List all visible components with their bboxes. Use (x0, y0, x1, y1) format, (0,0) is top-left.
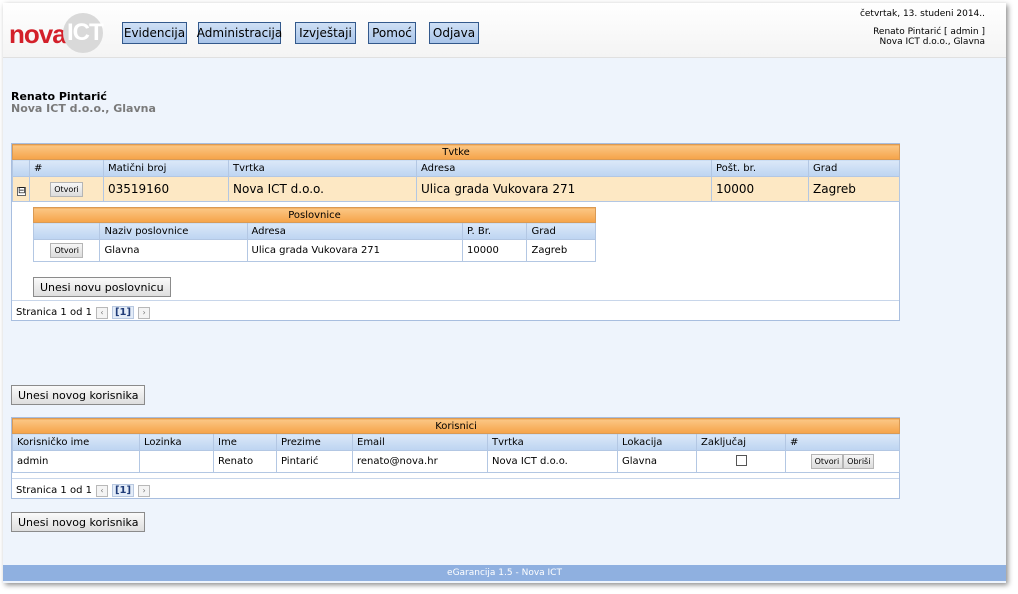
branch-col-post[interactable]: P. Br. (462, 222, 528, 240)
table-row[interactable]: admin Renato Pintarić renato@nova.hr Nov… (12, 450, 901, 473)
nav-administracija[interactable]: Administracija (197, 22, 282, 44)
table-row[interactable]: Otvori Glavna Ulica grada Vukovara 271 1… (32, 239, 596, 262)
logo-word: nova (9, 19, 67, 49)
users-panel: Korisnici Korisničko ime Lozinka Ime Pre… (11, 417, 901, 499)
user-password (139, 450, 214, 473)
branches-header-row: Naziv poslovnice Adresa P. Br. Grad (32, 222, 596, 240)
prev-page-icon[interactable]: ‹ (95, 306, 108, 319)
companies-panel: Tvtke # Matični broj Tvrtka Adresa Pošt.… (11, 143, 901, 321)
company-mb: 03519160 (103, 176, 229, 202)
user-email: renato@nova.hr (352, 450, 488, 473)
user-company: Nova ICT d.o.o., Glavna (879, 37, 986, 47)
branch-col-city[interactable]: Grad (526, 222, 596, 240)
delete-user-button[interactable]: Obriši (843, 454, 875, 469)
col-password[interactable]: Lozinka (139, 433, 214, 451)
companies-header-row: # Matični broj Tvrtka Adresa Pošt. br. G… (12, 159, 901, 177)
col-actions: # (784, 433, 901, 451)
open-company-button[interactable]: Otvori (50, 182, 83, 197)
company-city: Zagreb (807, 176, 901, 202)
next-page-icon[interactable]: › (138, 306, 151, 319)
add-branch-button[interactable]: Unesi novu poslovnicu (33, 277, 171, 297)
company-name: Nova ICT d.o.o. (228, 176, 417, 202)
page-title: Renato Pintarić Nova ICT d.o.o., Glavna (11, 91, 156, 115)
col-last-name[interactable]: Prezime (276, 433, 353, 451)
add-user-button-top[interactable]: Unesi novog korisnika (11, 385, 146, 405)
branch-address: Ulica grada Vukovara 271 (246, 239, 464, 262)
divider (12, 478, 899, 479)
branch-city: Zagreb (526, 239, 596, 262)
users-table: Korisnici Korisničko ime Lozinka Ime Pre… (11, 418, 901, 473)
branch-post: 10000 (462, 239, 528, 262)
user-last-name: Pintarić (276, 450, 353, 473)
companies-table: Tvtke # Matični broj Tvrtka Adresa Pošt.… (11, 144, 901, 202)
col-first-name[interactable]: Ime (213, 433, 277, 451)
user-company-cell: Nova ICT d.o.o. (487, 450, 618, 473)
col-username[interactable]: Korisničko ime (12, 433, 140, 451)
nav-pomoc[interactable]: Pomoć (368, 22, 416, 44)
branch-col-open (32, 222, 101, 240)
user-location: Glavna (617, 450, 697, 473)
col-company[interactable]: Tvrtka (228, 159, 417, 177)
companies-pager: Stranica 1 od 1 ‹ [1] › (16, 306, 151, 319)
branches-caption: Poslovnice (33, 207, 596, 223)
users-caption: Korisnici (11, 418, 901, 434)
user-username: admin (12, 450, 140, 473)
col-address[interactable]: Adresa (416, 159, 712, 177)
divider (12, 300, 899, 301)
app-window: nova ICT Evidencija Administracija Izvje… (3, 3, 1006, 583)
pager-label: Stranica 1 od 1 (16, 485, 92, 496)
company-post: 10000 (711, 176, 809, 202)
users-pager: Stranica 1 od 1 ‹ [1] › (16, 484, 151, 497)
col-expander (12, 159, 30, 177)
col-email[interactable]: Email (352, 433, 488, 451)
open-user-button[interactable]: Otvori (810, 454, 844, 469)
collapse-icon[interactable]: ⊟ (17, 187, 26, 196)
companies-caption: Tvtke (11, 144, 901, 160)
current-date: četvrtak, 13. studeni 2014.. (859, 9, 985, 19)
prev-page-icon[interactable]: ‹ (95, 484, 108, 497)
col-location[interactable]: Lokacija (617, 433, 697, 451)
page-number[interactable]: [1] (111, 484, 135, 497)
next-page-icon[interactable]: › (138, 484, 151, 497)
page-user-company: Nova ICT d.o.o., Glavna (11, 102, 156, 115)
header-bar: nova ICT Evidencija Administracija Izvje… (3, 3, 1006, 58)
col-user-company[interactable]: Tvrtka (487, 433, 618, 451)
branches-table: Poslovnice Naziv poslovnice Adresa P. Br… (32, 207, 596, 262)
table-row[interactable]: ⊟ Otvori 03519160 Nova ICT d.o.o. Ulica … (12, 176, 901, 202)
lock-checkbox[interactable] (735, 454, 747, 466)
users-header-row: Korisničko ime Lozinka Ime Prezime Email… (12, 433, 901, 451)
pager-label: Stranica 1 od 1 (16, 307, 92, 318)
open-branch-button[interactable]: Otvori (50, 243, 84, 258)
col-post[interactable]: Pošt. br. (711, 159, 809, 177)
branch-name: Glavna (99, 239, 248, 262)
nav-odjava[interactable]: Odjava (429, 22, 479, 44)
footer: eGarancija 1.5 - Nova ICT (3, 565, 1006, 581)
user-name: Renato Pintarić [ admin ] (873, 27, 985, 37)
page-number[interactable]: [1] (111, 306, 135, 319)
col-locked[interactable]: Zaključaj (696, 433, 786, 451)
nav-evidencija[interactable]: Evidencija (122, 22, 187, 44)
company-address: Ulica grada Vukovara 271 (416, 176, 712, 202)
branch-col-name[interactable]: Naziv poslovnice (99, 222, 248, 240)
branch-col-address[interactable]: Adresa (246, 222, 464, 240)
col-city[interactable]: Grad (807, 159, 901, 177)
user-first-name: Renato (213, 450, 277, 473)
user-info: četvrtak, 13. studeni 2014.. Renato Pint… (860, 9, 985, 47)
logo-ict: ICT (67, 19, 104, 46)
col-mb[interactable]: Matični broj (103, 159, 229, 177)
col-hash[interactable]: # (29, 159, 104, 177)
add-user-button-bottom[interactable]: Unesi novog korisnika (11, 512, 146, 532)
nav-izvjestaji[interactable]: Izvještaji (295, 22, 356, 44)
